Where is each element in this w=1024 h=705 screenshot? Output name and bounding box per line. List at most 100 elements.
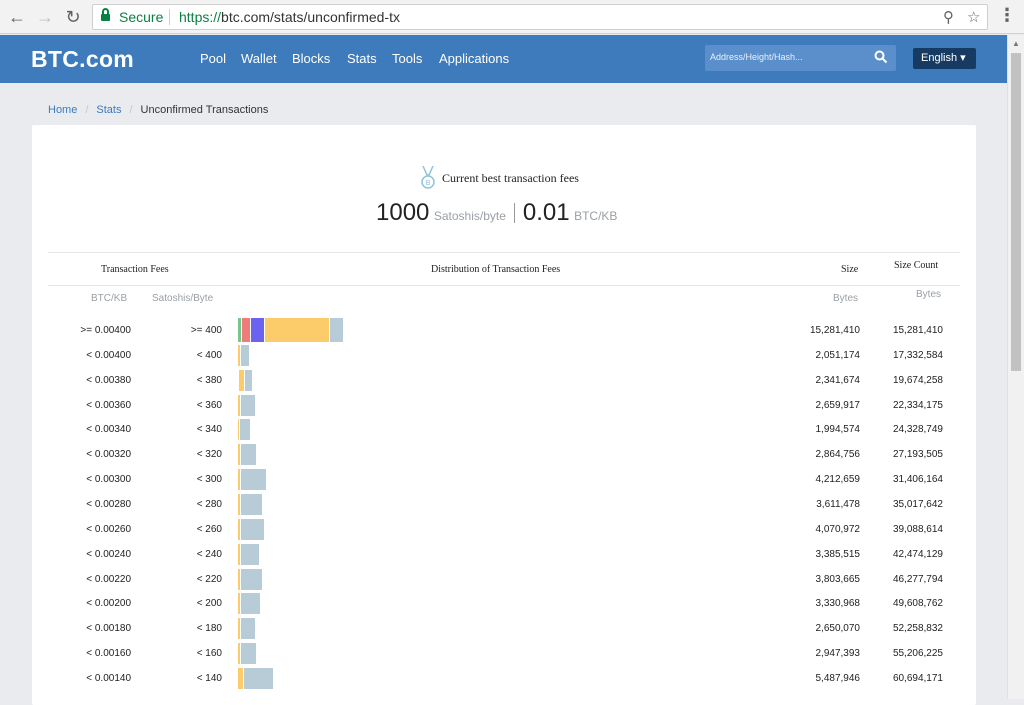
row-size: 3,330,968: [815, 598, 861, 609]
forward-arrow-icon[interactable]: →: [34, 6, 56, 28]
row-btc-kb: < 0.00380: [86, 375, 131, 386]
distribution-segment-grey[interactable]: [241, 593, 261, 614]
distribution-segment-orange[interactable]: [265, 318, 330, 342]
row-btc-kb: < 0.00240: [86, 549, 131, 560]
search-icon[interactable]: [874, 50, 888, 64]
header-transaction-fees: Transaction Fees: [101, 264, 169, 275]
distribution-bar[interactable]: [238, 419, 251, 440]
row-btc-kb: < 0.00220: [86, 574, 131, 585]
nav-applications[interactable]: Applications: [439, 51, 509, 66]
row-size-count: 19,674,258: [892, 375, 943, 386]
row-btc-kb: < 0.00360: [86, 400, 131, 411]
row-size: 5,487,946: [815, 673, 861, 684]
best-fees-title: Current best transaction fees: [442, 171, 579, 185]
distribution-bar[interactable]: [238, 318, 344, 342]
distribution-bar[interactable]: [238, 519, 265, 540]
browser-toolbar: ← → ↻ Secure https://btc.com/stats/uncon…: [0, 0, 1024, 34]
distribution-bar[interactable]: [238, 569, 263, 590]
row-size-count: 31,406,164: [892, 474, 943, 485]
nav-blocks[interactable]: Blocks: [292, 51, 330, 66]
page-scrollbar[interactable]: ▲: [1007, 35, 1024, 699]
row-btc-kb: < 0.00180: [86, 623, 131, 634]
distribution-bar[interactable]: [238, 444, 257, 465]
lock-icon: [101, 8, 110, 22]
distribution-bar[interactable]: [238, 469, 267, 490]
distribution-segment-grey[interactable]: [241, 618, 256, 639]
subheader-count-bytes: Bytes: [916, 289, 942, 300]
distribution-segment-grey[interactable]: [330, 318, 344, 342]
subheader-btc-kb: BTC/KB: [91, 293, 128, 304]
browser-menu-icon[interactable]: ⋮: [998, 5, 1016, 26]
scroll-thumb[interactable]: [1011, 53, 1021, 371]
distribution-segment-grey[interactable]: [241, 494, 263, 515]
distribution-bar[interactable]: [238, 593, 261, 614]
site-logo[interactable]: BTC.com: [31, 46, 134, 73]
row-size: 3,611,478: [816, 499, 860, 510]
distribution-segment-grey[interactable]: [244, 668, 274, 689]
fee-btc-value: 0.01: [522, 199, 570, 226]
svg-text:B: B: [426, 179, 431, 187]
breadcrumb-stats[interactable]: Stats: [96, 104, 121, 116]
distribution-segment-grey[interactable]: [241, 469, 267, 490]
url-protocol: https://: [179, 9, 222, 25]
nav-pool[interactable]: Pool: [200, 51, 226, 66]
language-dropdown[interactable]: English ▾: [913, 48, 976, 69]
row-sat-byte: < 200: [196, 598, 222, 609]
medal-icon: B: [421, 165, 435, 189]
distribution-segment-grey[interactable]: [241, 544, 260, 565]
distribution-segment-red[interactable]: [242, 318, 251, 342]
row-size: 4,070,972: [815, 524, 861, 535]
search-input[interactable]: Address/Height/Hash...: [705, 45, 896, 71]
best-fees-values: 1000 Satoshis/byte 0.01 BTC/KB: [376, 199, 617, 227]
row-size-count: 52,258,832: [892, 623, 943, 634]
distribution-bar[interactable]: [238, 618, 256, 639]
header-distribution: Distribution of Transaction Fees: [431, 264, 561, 275]
breadcrumb-home[interactable]: Home: [48, 104, 77, 116]
row-size-count: 49,608,762: [892, 598, 943, 609]
distribution-bar[interactable]: [238, 668, 274, 689]
nav-stats[interactable]: Stats: [347, 51, 377, 66]
row-size: 4,212,659: [815, 474, 861, 485]
distribution-bar[interactable]: [238, 643, 257, 664]
distribution-segment-grey[interactable]: [241, 345, 250, 366]
breadcrumb: Home / Stats / Unconfirmed Transactions: [48, 104, 268, 116]
row-size-count: 35,017,642: [892, 499, 943, 510]
scroll-up-arrow-icon[interactable]: ▲: [1012, 39, 1020, 48]
distribution-segment-grey[interactable]: [245, 370, 253, 391]
distribution-segment-grey[interactable]: [241, 395, 256, 416]
row-size: 3,385,515: [815, 549, 861, 560]
row-sat-byte: < 280: [196, 499, 222, 510]
breadcrumb-separator: /: [129, 104, 133, 116]
distribution-segment-grey[interactable]: [241, 444, 257, 465]
nav-tools[interactable]: Tools: [392, 51, 422, 66]
distribution-segment-grey[interactable]: [241, 569, 263, 590]
nav-wallet[interactable]: Wallet: [241, 51, 277, 66]
search-placeholder: Address/Height/Hash...: [710, 52, 803, 62]
distribution-bar[interactable]: [238, 544, 260, 565]
distribution-bar[interactable]: [238, 345, 250, 366]
row-btc-kb: >= 0.00400: [80, 325, 131, 336]
row-btc-kb: < 0.00260: [86, 524, 131, 535]
table-header-divider: [48, 285, 960, 286]
row-sat-byte: < 260: [196, 524, 222, 535]
distribution-segment-blue[interactable]: [251, 318, 265, 342]
distribution-bar[interactable]: [238, 494, 263, 515]
back-arrow-icon[interactable]: ←: [6, 6, 28, 28]
row-size: 3,803,665: [815, 574, 861, 585]
distribution-segment-grey[interactable]: [241, 519, 265, 540]
url-text[interactable]: https://btc.com/stats/unconfirmed-tx: [179, 9, 400, 25]
distribution-bar[interactable]: [238, 370, 253, 391]
row-sat-byte: >= 400: [190, 325, 222, 336]
row-size: 1,994,574: [815, 424, 861, 435]
address-bar[interactable]: Secure https://btc.com/stats/unconfirmed…: [92, 4, 988, 30]
row-sat-byte: < 360: [196, 400, 222, 411]
reload-icon[interactable]: ↻: [62, 6, 84, 28]
row-size-count: 27,193,505: [892, 449, 943, 460]
row-size: 2,051,174: [815, 350, 861, 361]
distribution-segment-grey[interactable]: [240, 419, 251, 440]
zoom-icon[interactable]: ⚲: [943, 8, 954, 26]
distribution-segment-grey[interactable]: [241, 643, 257, 664]
row-size: 2,650,070: [815, 623, 861, 634]
bookmark-star-icon[interactable]: ☆: [967, 8, 980, 26]
distribution-bar[interactable]: [238, 395, 256, 416]
